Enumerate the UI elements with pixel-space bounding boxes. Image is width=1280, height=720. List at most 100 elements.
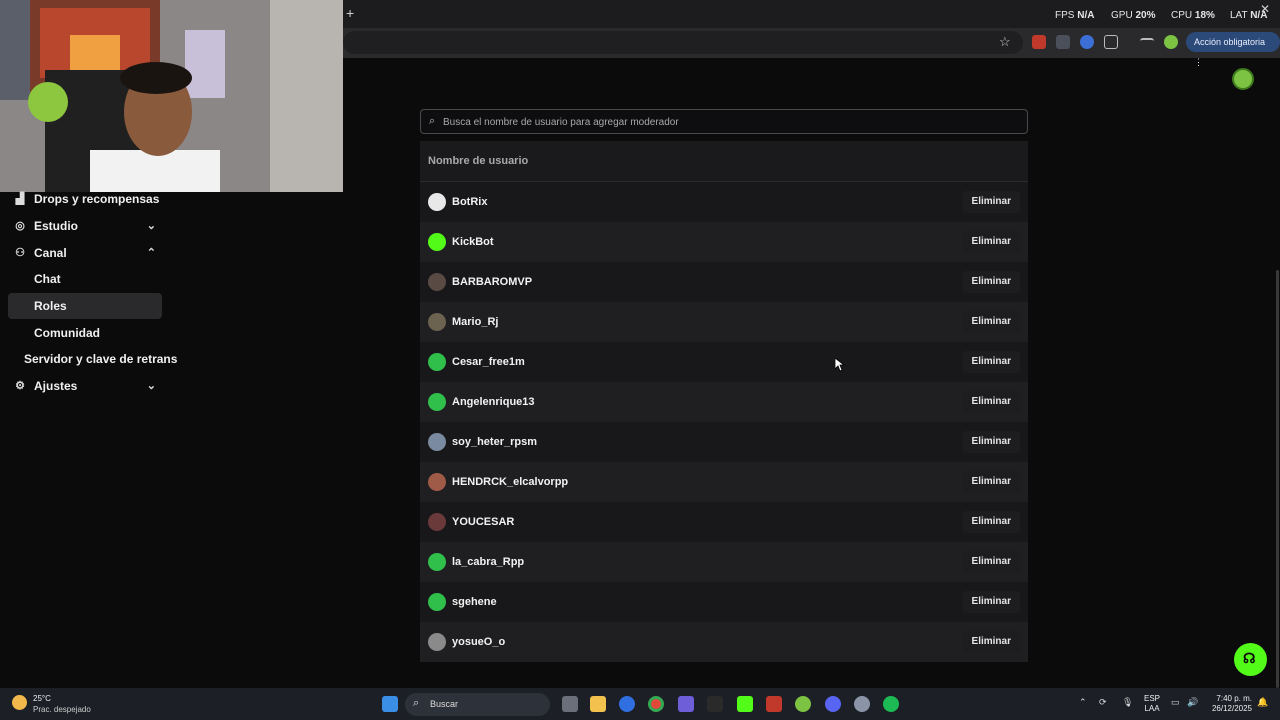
scrollbar[interactable] [1276, 270, 1279, 688]
sidebar-item-label: Drops y recompensas [34, 192, 160, 206]
delete-moderator-button[interactable]: Eliminar [962, 311, 1020, 333]
username: YOUCESAR [452, 516, 515, 528]
username: yosueO_o [452, 636, 506, 648]
cpu-value: 18 [1194, 10, 1207, 21]
search-icon: ⌕ [413, 697, 420, 709]
microphone-icon[interactable]: 🎙 [1122, 697, 1133, 708]
gpu-label: GPU [1111, 10, 1133, 21]
delete-moderator-button[interactable]: Eliminar [962, 511, 1020, 533]
user-avatar [428, 233, 446, 251]
fps-label: FPS [1055, 10, 1075, 21]
username: KickBot [452, 236, 494, 248]
app-icon[interactable] [619, 696, 635, 712]
chevron-down-icon: ⌄ [146, 380, 156, 392]
windows-start-icon[interactable] [382, 696, 398, 712]
sync-icon[interactable]: ⟳ [1099, 697, 1107, 708]
sidebar-item-chat[interactable]: Chat [8, 266, 162, 292]
required-action-button[interactable]: Acción obligatoria ⋮ [1186, 32, 1280, 67]
delete-moderator-button[interactable]: Eliminar [962, 391, 1020, 413]
sidebar-item-drops[interactable]: ▟ Drops y recompensas [8, 186, 162, 212]
extension-audio-icon[interactable] [1080, 35, 1094, 49]
table-row: Mario_Rj Eliminar [420, 302, 1028, 342]
sidebar-item-label: Ajustes [34, 379, 78, 393]
omnibox[interactable] [343, 31, 1023, 54]
new-tab-button[interactable]: + [346, 5, 354, 21]
gpu-overlay: GPU 20% [1111, 10, 1155, 21]
delete-moderator-button[interactable]: Eliminar [962, 591, 1020, 613]
search-icon: ⌕ [429, 115, 436, 127]
spotify-icon[interactable] [883, 696, 899, 712]
close-window-button[interactable]: ✕ [1260, 2, 1270, 16]
table-row: HENDRCK_elcalvorpp Eliminar [420, 462, 1028, 502]
sidebar-item-canal[interactable]: ⚇ Canal ⌃ [8, 240, 162, 266]
task-view-icon[interactable] [562, 696, 578, 712]
fps-value: N/A [1077, 10, 1095, 21]
file-explorer-icon[interactable] [590, 696, 606, 712]
support-chat-button[interactable]: ☊ [1234, 643, 1267, 676]
user-avatar [428, 193, 446, 211]
settings-gear-icon[interactable] [854, 696, 870, 712]
capcut-icon[interactable] [707, 696, 723, 712]
language-code: ESP [1143, 694, 1160, 703]
required-action-label: Acción obligatoria [1194, 37, 1266, 47]
webcam-overlay [0, 0, 343, 192]
chevron-up-icon[interactable]: ⌃ [1079, 697, 1087, 708]
notification-bell-icon[interactable]: 🔔 [1257, 697, 1268, 708]
delete-moderator-button[interactable]: Eliminar [962, 271, 1020, 293]
cpu-label: CPU [1171, 10, 1193, 21]
discord-icon[interactable] [825, 696, 841, 712]
cpu-overlay: CPU 18% [1171, 10, 1215, 21]
username: soy_heter_rpsm [452, 436, 537, 448]
webcam-image [0, 0, 343, 192]
lat-label: LAT [1230, 10, 1248, 21]
table-row: yosueO_o Eliminar [420, 622, 1028, 662]
delete-moderator-button[interactable]: Eliminar [962, 551, 1020, 573]
sidebar-item-comunidad[interactable]: Comunidad [8, 320, 162, 346]
voicemod-icon[interactable] [766, 696, 782, 712]
user-avatar [428, 273, 446, 291]
delete-moderator-button[interactable]: Eliminar [962, 431, 1020, 453]
headset-icon: ☊ [1243, 650, 1256, 666]
media-controls-icon[interactable] [1140, 38, 1154, 46]
chrome-icon[interactable] [648, 696, 664, 712]
sidebar-item-stream-key[interactable]: Servidor y clave de retrans [8, 346, 178, 372]
user-avatar[interactable] [1232, 68, 1254, 90]
kick-studio-icon[interactable] [737, 696, 753, 712]
profile-avatar-icon[interactable] [1164, 35, 1178, 49]
taskbar-search[interactable]: ⌕ Buscar [405, 693, 550, 716]
moderator-search[interactable]: ⌕ [420, 109, 1028, 134]
weather-description[interactable]: Prac. despejado [33, 705, 91, 714]
avatar-app-icon[interactable] [795, 696, 811, 712]
sidebar-item-ajustes[interactable]: ⚙ Ajustes ⌄ [8, 373, 162, 399]
weather-temperature[interactable]: 25°C [33, 694, 51, 703]
table-row: KickBot Eliminar [420, 222, 1028, 262]
table-row: Cesar_free1m Eliminar [420, 342, 1028, 382]
gpu-percent: % [1146, 10, 1156, 21]
delete-moderator-button[interactable]: Eliminar [962, 231, 1020, 253]
taskbar-clock[interactable]: 7:40 p. m. 26/12/2025 [1210, 694, 1252, 714]
delete-moderator-button[interactable]: Eliminar [962, 471, 1020, 493]
weather-icon[interactable] [12, 695, 27, 710]
extensions-puzzle-icon[interactable] [1104, 35, 1118, 49]
sidebar-item-estudio[interactable]: ◎ Estudio ⌄ [8, 213, 162, 239]
volume-icon[interactable]: 🔊 [1187, 697, 1198, 708]
table-row: YOUCESAR Eliminar [420, 502, 1028, 542]
sidebar-item-roles[interactable]: Roles [8, 293, 162, 319]
bookmark-star-icon[interactable]: ☆ [999, 34, 1011, 50]
sidebar-item-label: Chat [34, 272, 61, 286]
network-icon[interactable]: ▭ [1171, 697, 1180, 708]
game-controller-icon[interactable] [678, 696, 694, 712]
moderator-search-input[interactable] [443, 113, 1013, 131]
sidebar-item-label: Canal [34, 246, 67, 260]
extension-grid-icon[interactable] [1056, 35, 1070, 49]
language-indicator[interactable]: ESP LAA [1143, 694, 1161, 714]
username: BARBAROMVP [452, 276, 533, 288]
delete-moderator-button[interactable]: Eliminar [962, 191, 1020, 213]
delete-moderator-button[interactable]: Eliminar [962, 351, 1020, 373]
user-avatar [428, 353, 446, 371]
extension-record-icon[interactable] [1032, 35, 1046, 49]
username: sgehene [452, 596, 497, 608]
clock-date: 26/12/2025 [1211, 704, 1252, 713]
delete-moderator-button[interactable]: Eliminar [962, 631, 1020, 653]
chevron-up-icon: ⌃ [146, 247, 156, 259]
